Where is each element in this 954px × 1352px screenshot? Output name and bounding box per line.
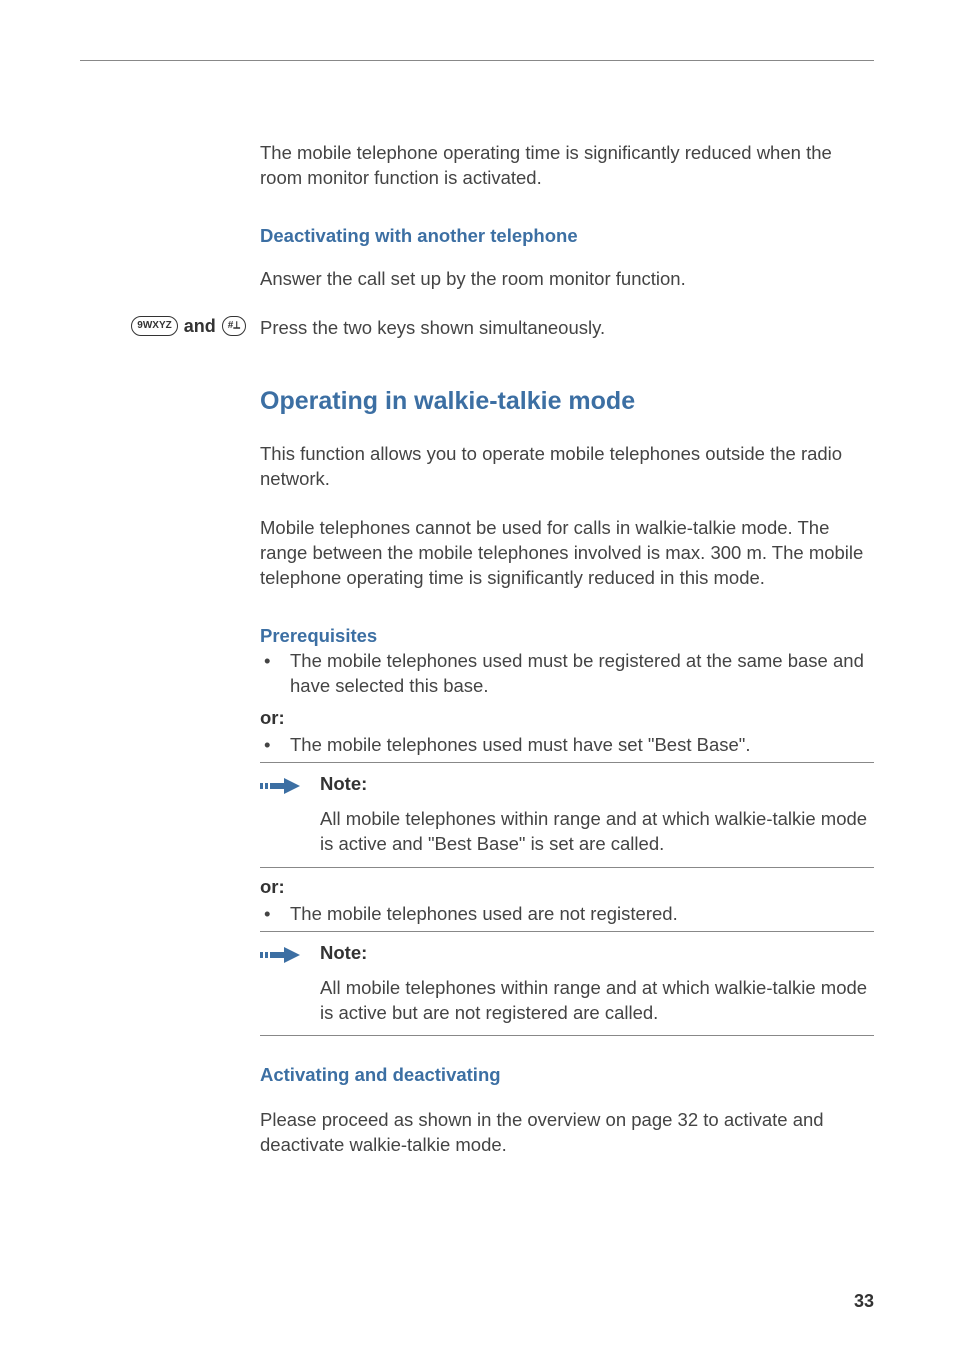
keys-instruction: Press the two keys shown simultaneously. [260,316,874,341]
note1-text: All mobile telephones within range and a… [320,807,874,857]
note-arrow-icon [260,944,304,966]
prereq-item-3: • The mobile telephones used are not reg… [260,902,874,927]
bullet-icon: • [260,733,290,758]
key-hash: #⟂ [222,316,246,336]
activate-heading: Activating and deactivating [260,1064,874,1086]
deactivate-heading: Deactivating with another telephone [260,225,874,247]
walkie-p2: Mobile telephones cannot be used for cal… [260,516,874,591]
prereq1-text: The mobile telephones used must be regis… [290,649,874,699]
walkie-p1: This function allows you to operate mobi… [260,442,874,492]
top-rule [80,60,874,61]
note2-text: All mobile telephones within range and a… [320,976,874,1026]
bullet-icon: • [260,902,290,927]
walkie-title: Operating in walkie-talkie mode [260,387,874,416]
page-number: 33 [854,1291,874,1312]
prereq-heading: Prerequisites [260,625,874,647]
note-arrow-icon [260,775,304,797]
activate-text: Please proceed as shown in the overview … [260,1108,874,1158]
prereq-item-2: • The mobile telephones used must have s… [260,733,874,758]
intro-paragraph: The mobile telephone operating time is s… [260,141,874,191]
or-label-2: or: [260,876,874,898]
bullet-icon: • [260,649,290,699]
or-label-1: or: [260,707,874,729]
note2-label: Note: [320,942,874,964]
and-text: and [178,316,222,337]
key-9: 9WXYZ [131,316,177,336]
note-block-2: Note: All mobile telephones within range… [260,931,874,1037]
prereq-item-1: • The mobile telephones used must be reg… [260,649,874,699]
prereq3-text: The mobile telephones used are not regis… [290,902,678,927]
key-combo: 9WXYZ and #⟂ [80,316,260,359]
deactivate-answer-text: Answer the call set up by the room monit… [260,267,874,292]
note-block-1: Note: All mobile telephones within range… [260,762,874,868]
prereq2-text: The mobile telephones used must have set… [290,733,750,758]
note1-label: Note: [320,773,874,795]
